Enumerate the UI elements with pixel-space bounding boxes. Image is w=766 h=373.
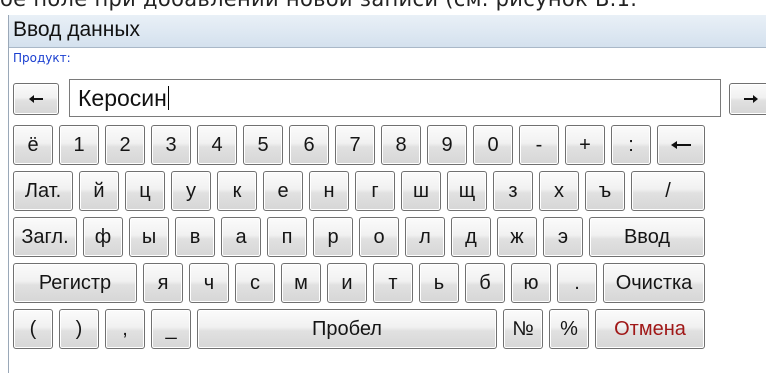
key-comma[interactable]: , bbox=[105, 309, 145, 349]
key-l[interactable]: л bbox=[405, 217, 445, 257]
key-number-sign[interactable]: № bbox=[503, 309, 543, 349]
key-p[interactable]: п bbox=[267, 217, 307, 257]
key-5[interactable]: 5 bbox=[243, 125, 283, 165]
key-i[interactable]: и bbox=[327, 263, 367, 303]
key-sh[interactable]: ш bbox=[401, 171, 441, 211]
key-zh[interactable]: ж bbox=[497, 217, 537, 257]
key-9[interactable]: 9 bbox=[427, 125, 467, 165]
key-e[interactable]: е bbox=[263, 171, 303, 211]
arrow-right-icon bbox=[744, 95, 758, 103]
key-k[interactable]: к bbox=[217, 171, 257, 211]
key-ch[interactable]: ч bbox=[189, 263, 229, 303]
key-hard-sign[interactable]: ъ bbox=[585, 171, 625, 211]
key-4[interactable]: 4 bbox=[197, 125, 237, 165]
key-7[interactable]: 7 bbox=[335, 125, 375, 165]
key-2[interactable]: 2 bbox=[105, 125, 145, 165]
key-m[interactable]: м bbox=[281, 263, 321, 303]
key-lat-layout[interactable]: Лат. bbox=[13, 171, 73, 211]
key-s[interactable]: с bbox=[235, 263, 275, 303]
key-soft-sign[interactable]: ь bbox=[419, 263, 459, 303]
key-y[interactable]: ы bbox=[129, 217, 169, 257]
key-shift[interactable]: Регистр bbox=[13, 263, 137, 303]
key-minus[interactable]: - bbox=[519, 125, 559, 165]
key-colon[interactable]: : bbox=[611, 125, 651, 165]
key-d[interactable]: д bbox=[451, 217, 491, 257]
dialog-titlebar: Ввод данных bbox=[9, 15, 766, 48]
key-0[interactable]: 0 bbox=[473, 125, 513, 165]
dialog-title: Ввод данных bbox=[13, 18, 140, 41]
key-plus[interactable]: + bbox=[565, 125, 605, 165]
key-n[interactable]: н bbox=[309, 171, 349, 211]
product-input-value: Керосин bbox=[78, 85, 167, 111]
key-1[interactable]: 1 bbox=[59, 125, 99, 165]
key-ts[interactable]: ц bbox=[125, 171, 165, 211]
key-yo[interactable]: ё bbox=[13, 125, 53, 165]
key-underscore[interactable]: _ bbox=[151, 309, 191, 349]
text-caret bbox=[167, 86, 169, 110]
key-z[interactable]: з bbox=[493, 171, 533, 211]
key-f[interactable]: ф bbox=[83, 217, 123, 257]
key-yu[interactable]: ю bbox=[511, 263, 551, 303]
key-g[interactable]: г bbox=[355, 171, 395, 211]
cancel-button[interactable]: Отмена bbox=[595, 309, 705, 349]
key-kh[interactable]: х bbox=[539, 171, 579, 211]
key-slash[interactable]: / bbox=[631, 171, 705, 211]
space-button[interactable]: Пробел bbox=[197, 309, 497, 349]
key-caps[interactable]: Загл. bbox=[13, 217, 77, 257]
key-shch[interactable]: щ bbox=[447, 171, 487, 211]
key-r[interactable]: р bbox=[313, 217, 353, 257]
key-paren-open[interactable]: ( bbox=[13, 309, 53, 349]
key-8[interactable]: 8 bbox=[381, 125, 421, 165]
key-o[interactable]: о bbox=[359, 217, 399, 257]
backspace-icon bbox=[671, 141, 691, 149]
key-period[interactable]: . bbox=[557, 263, 597, 303]
key-e-reverse[interactable]: э bbox=[543, 217, 583, 257]
product-field-label: Продукт: bbox=[13, 51, 71, 65]
cursor-right-button[interactable] bbox=[729, 83, 766, 115]
product-input[interactable]: Керосин bbox=[69, 79, 721, 117]
key-i-short[interactable]: й bbox=[79, 171, 119, 211]
clear-button[interactable]: Очистка bbox=[603, 263, 705, 303]
key-v[interactable]: в bbox=[175, 217, 215, 257]
backspace-button[interactable] bbox=[657, 125, 705, 165]
key-6[interactable]: 6 bbox=[289, 125, 329, 165]
key-percent[interactable]: % bbox=[549, 309, 589, 349]
key-t[interactable]: т bbox=[373, 263, 413, 303]
key-ya[interactable]: я bbox=[143, 263, 183, 303]
key-paren-close[interactable]: ) bbox=[59, 309, 99, 349]
key-u[interactable]: у bbox=[171, 171, 211, 211]
key-3[interactable]: 3 bbox=[151, 125, 191, 165]
key-b[interactable]: б bbox=[465, 263, 505, 303]
background-document-text: ое поле при добавлении новой записи (см.… bbox=[0, 0, 766, 15]
cursor-left-button[interactable] bbox=[13, 83, 59, 115]
enter-button[interactable]: Ввод bbox=[589, 217, 705, 257]
key-a[interactable]: а bbox=[221, 217, 261, 257]
arrow-left-icon bbox=[29, 95, 43, 103]
data-entry-dialog: Ввод данных Продукт: Керосин ё 1 2 3 4 5… bbox=[8, 15, 766, 373]
